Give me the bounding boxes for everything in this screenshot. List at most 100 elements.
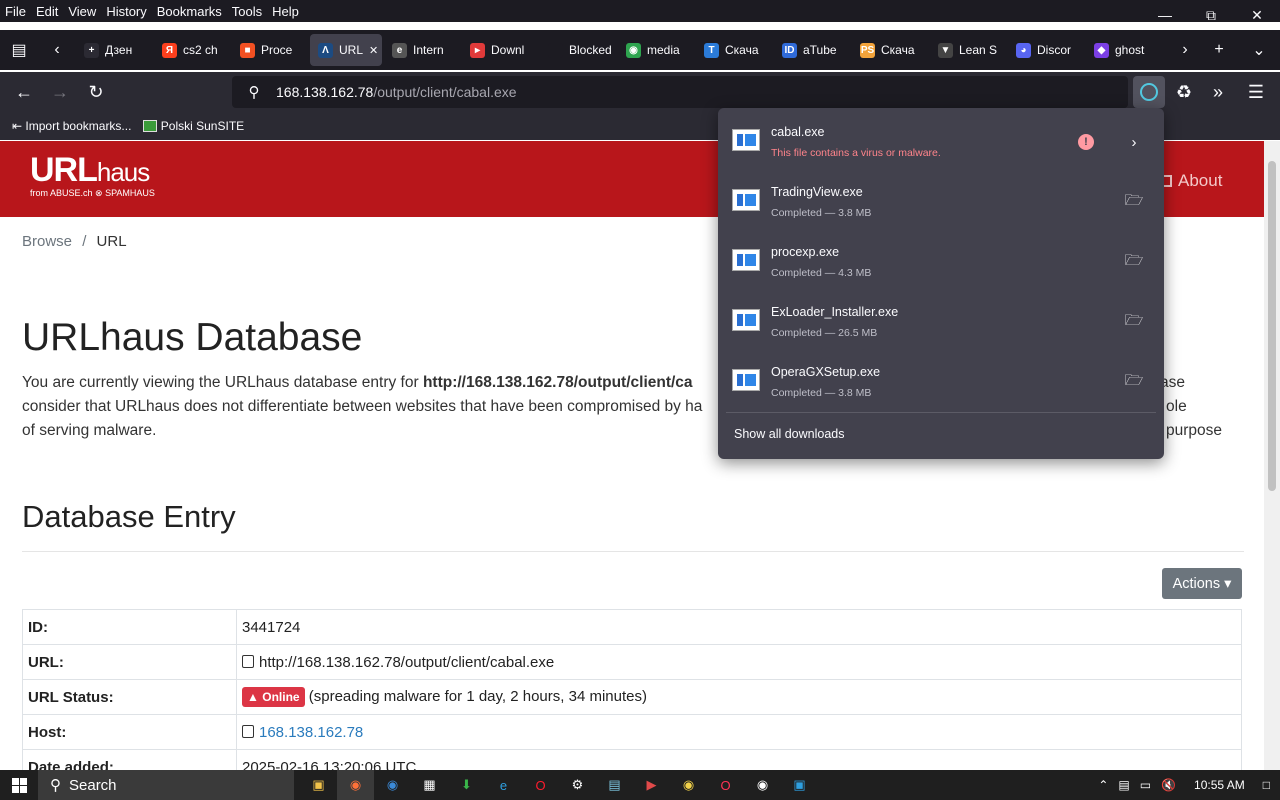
display-icon[interactable]: ▭ [1140, 778, 1151, 792]
file-explorer-icon[interactable]: ▣ [300, 770, 337, 800]
new-tab-icon[interactable]: + [1200, 34, 1238, 66]
folder-icon[interactable]: 🗁 [1124, 312, 1144, 332]
search-icon: ⚲ [248, 84, 260, 101]
menu-edit[interactable]: Edit [31, 4, 63, 19]
download-item[interactable]: TradingView.exe Completed — 3.8 MB 🗁 [726, 175, 1156, 231]
tab-overview-icon[interactable]: ▤ [0, 34, 38, 66]
chevron-right-icon[interactable]: › [1124, 132, 1144, 152]
folder-icon[interactable]: 🗁 [1124, 192, 1144, 212]
close-tab-icon[interactable]: ✕ [369, 44, 378, 57]
download-item[interactable]: ExLoader_Installer.exe Completed — 26.5 … [726, 295, 1156, 351]
ps-icon: PS [860, 42, 875, 58]
tab-label: Discor [1037, 43, 1072, 57]
list-all-tabs-icon[interactable]: ⌄ [1240, 34, 1278, 66]
urlhaus-logo[interactable]: URLhaus from ABUSE.ch ⊗ SPAMHAUS [30, 151, 155, 199]
fire-icon: ▲ [247, 690, 259, 704]
tab-1[interactable]: Яcs2 ch [154, 34, 230, 66]
network-icon[interactable]: ▤ [1118, 778, 1129, 792]
breadcrumb-browse[interactable]: Browse [22, 233, 72, 250]
clock[interactable]: 10:55 AM [1194, 778, 1245, 792]
tab-4[interactable]: e Intern [384, 34, 460, 66]
address-bar[interactable]: ⚲ 168.138.162.78/output/client/cabal.exe [232, 76, 1128, 108]
menu-bookmarks[interactable]: Bookmarks [152, 4, 227, 19]
folder-icon[interactable]: 🗁 [1124, 372, 1144, 392]
menu-tools[interactable]: Tools [227, 4, 267, 19]
tab-label: Скача [725, 43, 759, 57]
download-status: Completed — 3.8 MB [771, 387, 872, 399]
tab-9[interactable]: ID aTube [774, 34, 850, 66]
taskbar-search[interactable]: ⚲ Search [38, 770, 294, 800]
tab-2[interactable]: ■ Proce [232, 34, 308, 66]
tab-label: Proce [261, 43, 293, 57]
tab-12[interactable]: ◕ Discor [1008, 34, 1084, 66]
taskbar-apps: ▣ ◉ ◉ ▦ ⬇ e O ⚙ ▤ ▶ ◉ O ◉ ▣ [300, 770, 818, 800]
actions-dropdown-button[interactable]: Actions ▾ [1162, 568, 1242, 599]
bookmark-import[interactable]: ⇤ Import bookmarks... [12, 119, 131, 133]
forward-icon[interactable]: → [42, 76, 78, 108]
app-icon[interactable]: ◉ [670, 770, 707, 800]
tab-11[interactable]: ▼ Lean S [930, 34, 1006, 66]
tab-6[interactable]: Blocked [540, 34, 616, 66]
tab-7[interactable]: ◉ media [618, 34, 694, 66]
download-item[interactable]: OperaGXSetup.exe Completed — 3.8 MB 🗁 [726, 355, 1156, 411]
app-icon[interactable]: ◉ [374, 770, 411, 800]
downloads-button[interactable] [1133, 76, 1165, 108]
opera-icon[interactable]: O [522, 770, 559, 800]
menu-bar: File Edit View History Bookmarks Tools H… [0, 0, 1280, 22]
bookmark-label: Polski SunSITE [160, 119, 245, 133]
app-icon[interactable]: ▤ [596, 770, 633, 800]
app-icon[interactable]: ◉ [744, 770, 781, 800]
settings-icon[interactable]: ⚙ [559, 770, 596, 800]
scroll-tabs-right-icon[interactable]: › [1166, 34, 1204, 66]
volume-muted-icon[interactable]: 🔇 [1161, 778, 1176, 792]
edge-icon[interactable]: e [485, 770, 522, 800]
divider [726, 412, 1156, 413]
menu-help[interactable]: Help [267, 4, 304, 19]
copy-icon[interactable] [242, 654, 254, 668]
menu-history[interactable]: History [101, 4, 151, 19]
close-icon[interactable]: ✕ [1234, 0, 1280, 30]
download-item[interactable]: cabal.exe This file contains a virus or … [726, 115, 1156, 171]
tab-strip: ▤ ‹ + Дзен Яcs2 ch ■ Proce Λ URL ✕ e Intern ▸ Downl… [0, 30, 1280, 70]
app-menu-icon[interactable]: ☰ [1238, 76, 1274, 108]
back-icon[interactable]: ← [6, 76, 42, 108]
app-icon[interactable]: ▦ [411, 770, 448, 800]
tab-10[interactable]: PS Скача [852, 34, 928, 66]
reload-icon[interactable]: ↻ [78, 76, 114, 108]
tab-8[interactable]: T Скача [696, 34, 772, 66]
menu-view[interactable]: View [63, 4, 101, 19]
show-all-downloads-link[interactable]: Show all downloads [734, 427, 845, 441]
overflow-menu-icon[interactable]: » [1200, 76, 1236, 108]
table-row: Date added: 2025-02-16 13:20:06 UTC [22, 749, 1242, 770]
download-item[interactable]: procexp.exe Completed — 4.3 MB 🗁 [726, 235, 1156, 291]
restore-icon[interactable]: ⧉ [1188, 0, 1234, 30]
copy-icon[interactable] [242, 724, 254, 738]
app-icon[interactable]: ▶ [633, 770, 670, 800]
menu-file[interactable]: File [0, 4, 31, 19]
taskbar: ⚲ Search ▣ ◉ ◉ ▦ ⬇ e O ⚙ ▤ ▶ ◉ O ◉ ▣ ⌃ ▤… [0, 770, 1280, 800]
minimize-icon[interactable]: — [1142, 0, 1188, 30]
app-icon[interactable]: ⬇ [448, 770, 485, 800]
page-scrollbar[interactable] [1264, 141, 1280, 770]
opera-gx-icon[interactable]: O [707, 770, 744, 800]
extensions-icon[interactable]: ♻ [1166, 76, 1202, 108]
firefox-icon[interactable]: ◉ [337, 770, 374, 800]
warning-icon: ! [1078, 134, 1094, 150]
host-link[interactable]: 168.138.162.78 [259, 724, 363, 741]
chevron-up-icon[interactable]: ⌃ [1098, 778, 1108, 792]
media-icon: ◉ [626, 42, 641, 58]
scrollbar-thumb[interactable] [1268, 161, 1276, 491]
nav-about-link[interactable]: About [1160, 171, 1222, 191]
tab-0[interactable]: + Дзен [76, 34, 152, 66]
scroll-tabs-left-icon[interactable]: ‹ [38, 34, 76, 66]
download-status: Completed — 26.5 MB [771, 327, 878, 339]
notifications-icon[interactable]: □ [1263, 778, 1270, 792]
windows-start-icon[interactable] [0, 770, 38, 800]
tab-5[interactable]: ▸ Downl [462, 34, 538, 66]
app-icon[interactable]: ▣ [781, 770, 818, 800]
bookmark-sunsite[interactable]: Polski SunSITE [143, 119, 244, 133]
search-icon: ⚲ [50, 777, 61, 794]
folder-icon[interactable]: 🗁 [1124, 252, 1144, 272]
tab-3[interactable]: Λ URL ✕ [310, 34, 382, 66]
tab-13[interactable]: ◆ ghost [1086, 34, 1162, 66]
